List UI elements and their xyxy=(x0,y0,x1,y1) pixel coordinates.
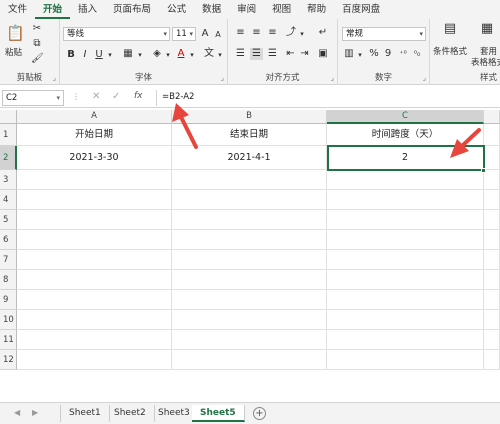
sheet-tab-bar: ◀ ▶ Sheet1 Sheet2 Sheet3 Sheet5 + xyxy=(0,402,500,424)
sheet-tab-sheet5[interactable]: Sheet5 xyxy=(192,405,245,422)
sheet-tab-sheet1[interactable]: Sheet1 xyxy=(60,405,110,422)
arrow-to-formula xyxy=(172,103,198,149)
prev-sheet-icon[interactable]: ◀ xyxy=(14,408,20,417)
sheet-tab-sheet2[interactable]: Sheet2 xyxy=(106,405,155,422)
annotation-layer xyxy=(172,103,481,158)
next-sheet-icon[interactable]: ▶ xyxy=(32,408,38,417)
arrow-to-result xyxy=(450,128,481,158)
add-sheet-button[interactable]: + xyxy=(253,407,266,420)
